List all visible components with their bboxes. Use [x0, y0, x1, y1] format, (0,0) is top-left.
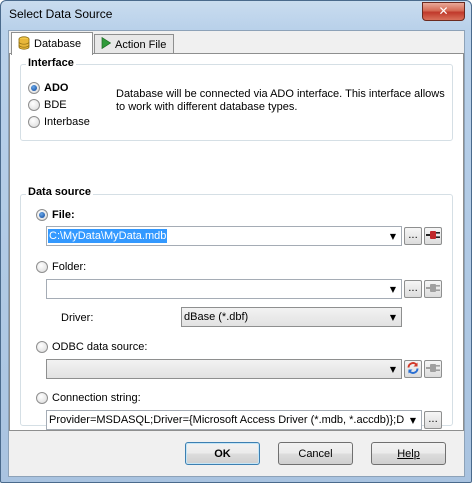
folder-dropdown-arrow-icon[interactable]: ▼ — [385, 280, 401, 298]
connection-dropdown-arrow-icon[interactable]: ▼ — [405, 411, 421, 429]
radio-folder-label: Folder: — [52, 261, 87, 273]
radio-folder-dot — [36, 261, 48, 273]
radio-odbc-dot — [36, 341, 48, 353]
radio-ado[interactable]: ADO — [28, 82, 68, 94]
database-icon — [18, 35, 30, 53]
plug-disabled-icon — [426, 363, 440, 376]
connection-string-browse-button[interactable]: ... — [424, 411, 442, 429]
radio-bde[interactable]: BDE — [28, 99, 67, 111]
file-connect-button[interactable] — [424, 227, 442, 245]
folder-browse-button[interactable]: ... — [404, 280, 422, 298]
interface-group-title: Interface — [26, 57, 76, 69]
file-dropdown-arrow-icon[interactable]: ▼ — [385, 227, 401, 245]
file-path-combo[interactable]: C:\MyData\MyData.mdb ▼ — [46, 226, 402, 246]
radio-interbase[interactable]: Interbase — [28, 116, 90, 128]
refresh-icon — [406, 361, 420, 378]
radio-file[interactable]: File: — [36, 209, 75, 221]
plug-disabled-icon — [426, 283, 440, 296]
radio-folder[interactable]: Folder: — [36, 261, 86, 273]
driver-dropdown-arrow-icon: ▼ — [389, 312, 397, 322]
window-title: Select Data Source — [9, 7, 113, 21]
radio-connection-string-dot — [36, 392, 48, 404]
database-tab-panel: Interface ADO BDE Interbase Database wil… — [9, 53, 464, 431]
radio-connection-string[interactable]: Connection string: — [36, 392, 141, 404]
radio-interbase-label: Interbase — [44, 116, 90, 128]
cancel-button[interactable]: Cancel — [278, 442, 353, 465]
driver-select-value: dBase (*.dbf) — [184, 311, 249, 323]
radio-bde-label: BDE — [44, 99, 67, 111]
interface-description: Database will be connected via ADO inter… — [116, 88, 445, 113]
radio-file-label: File: — [52, 209, 75, 221]
data-source-group-title: Data source — [26, 186, 93, 198]
ok-button[interactable]: OK — [185, 442, 260, 465]
folder-path-combo[interactable]: ▼ — [46, 279, 402, 299]
folder-connect-button[interactable] — [424, 280, 442, 298]
close-button[interactable]: ✕ — [422, 2, 465, 21]
file-path-value: C:\MyData\MyData.mdb — [48, 229, 168, 243]
tab-action-file[interactable]: Action File — [94, 34, 174, 54]
odbc-select[interactable]: ▼ — [46, 359, 402, 379]
file-browse-button[interactable]: ... — [404, 227, 422, 245]
radio-bde-dot — [28, 99, 40, 111]
radio-odbc-label: ODBC data source: — [52, 341, 148, 353]
radio-ado-dot — [28, 82, 40, 94]
tab-database[interactable]: Database — [11, 32, 93, 55]
help-button[interactable]: Help — [371, 442, 446, 465]
radio-odbc[interactable]: ODBC data source: — [36, 341, 147, 353]
tab-strip: Database Action File — [9, 32, 464, 55]
radio-interbase-dot — [28, 116, 40, 128]
driver-label: Driver: — [61, 312, 94, 324]
play-arrow-icon — [101, 36, 112, 52]
odbc-dropdown-arrow-icon: ▼ — [389, 364, 397, 374]
tab-action-file-label: Action File — [115, 38, 167, 51]
dialog-client-area: Database Action File Interface ADO BDE I… — [8, 30, 465, 477]
radio-ado-label: ADO — [44, 82, 69, 94]
select-data-source-dialog: Select Data Source ✕ Database Action Fil… — [0, 0, 472, 483]
tab-database-label: Database — [34, 38, 82, 50]
odbc-connect-button[interactable] — [424, 360, 442, 378]
connection-string-combo[interactable]: Provider=MSDASQL;Driver={Microsoft Acces… — [46, 410, 422, 430]
radio-file-dot — [36, 209, 48, 221]
connection-string-value: Provider=MSDASQL;Driver={Microsoft Acces… — [49, 414, 405, 426]
driver-select[interactable]: dBase (*.dbf) ▼ — [181, 307, 402, 327]
plug-icon — [426, 230, 440, 243]
radio-connection-string-label: Connection string: — [52, 392, 141, 404]
title-bar[interactable]: Select Data Source ✕ — [1, 1, 471, 28]
odbc-refresh-button[interactable] — [404, 360, 422, 378]
